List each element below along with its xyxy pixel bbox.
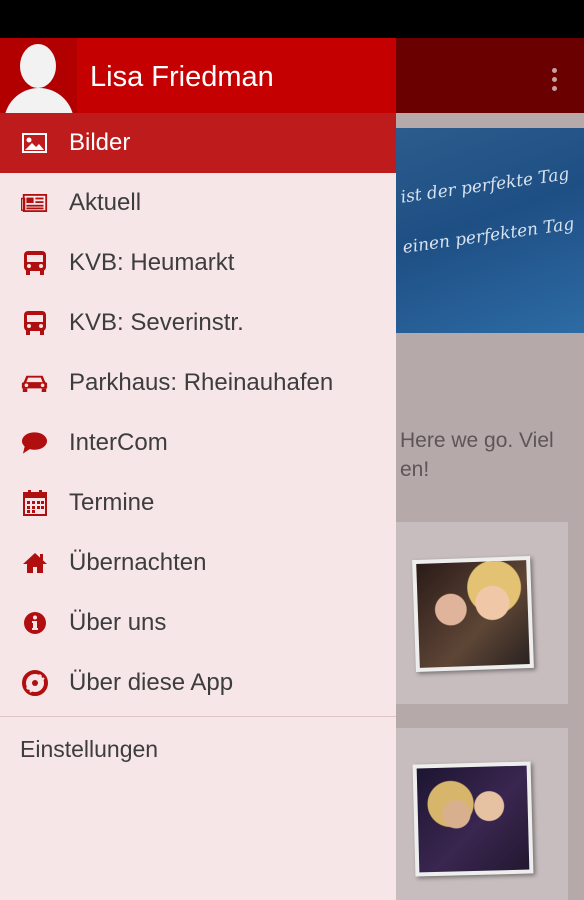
bus-icon xyxy=(21,250,48,275)
menu-item-ueber-diese-app[interactable]: Über diese App xyxy=(0,653,396,713)
menu-item-label: Bilder xyxy=(69,129,131,156)
calendar-icon xyxy=(21,489,48,516)
banner-text-line1: ist der perfekte Tag xyxy=(399,164,571,208)
overflow-menu-icon[interactable] xyxy=(552,68,558,95)
bus-icon xyxy=(21,310,48,335)
drawer-header[interactable]: Lisa Friedman xyxy=(0,38,396,113)
menu-item-intercom[interactable]: InterCom xyxy=(0,413,396,473)
newspaper-icon xyxy=(21,190,48,215)
header-banner-image: ist der perfekte Tag einen perfekten Tag xyxy=(396,128,584,333)
status-bar xyxy=(0,0,584,38)
navigation-drawer: Lisa Friedman Bilder Aktuell KVB: Heumar… xyxy=(0,38,396,900)
menu-item-termine[interactable]: Termine xyxy=(0,473,396,533)
menu-item-aktuell[interactable]: Aktuell xyxy=(0,173,396,233)
menu-item-uebernachten[interactable]: Übernachten xyxy=(0,533,396,593)
menu-item-label: Parkhaus: Rheinauhafen xyxy=(69,369,334,396)
drawer-menu: Bilder Aktuell KVB: Heumarkt KVB: Severi… xyxy=(0,113,396,783)
menu-item-label: Übernachten xyxy=(69,549,207,576)
settings-label: Einstellungen xyxy=(20,736,159,762)
avatar[interactable] xyxy=(0,38,77,113)
menu-item-einstellungen[interactable]: Einstellungen xyxy=(0,717,396,783)
menu-item-label: Aktuell xyxy=(69,189,142,216)
menu-item-kvb-heumarkt[interactable]: KVB: Heumarkt xyxy=(0,233,396,293)
app-logo-icon xyxy=(21,669,48,696)
home-icon xyxy=(21,550,48,575)
menu-item-bilder[interactable]: Bilder xyxy=(0,113,396,173)
chat-bubble-icon xyxy=(21,430,48,455)
menu-item-label: InterCom xyxy=(69,429,168,456)
car-icon xyxy=(21,370,48,395)
menu-item-ueber-uns[interactable]: Über uns xyxy=(0,593,396,653)
post-text-line2: en! xyxy=(400,458,430,481)
menu-item-label: Über diese App xyxy=(69,669,234,696)
photo-thumbnail[interactable] xyxy=(412,555,534,673)
menu-item-kvb-severinstr[interactable]: KVB: Severinstr. xyxy=(0,293,396,353)
user-name: Lisa Friedman xyxy=(90,61,274,93)
info-icon xyxy=(21,610,48,635)
menu-item-label: KVB: Severinstr. xyxy=(69,309,244,336)
menu-item-label: KVB: Heumarkt xyxy=(69,249,235,276)
menu-item-label: Termine xyxy=(69,489,155,516)
post-text-line1: Here we go. Viel xyxy=(400,429,554,452)
image-icon xyxy=(21,130,48,155)
menu-item-label: Über uns xyxy=(69,609,167,636)
photo-thumbnail[interactable] xyxy=(412,761,534,877)
post-text: Here we go. Viel en! xyxy=(400,426,554,484)
menu-item-parkhaus-rheinauhafen[interactable]: Parkhaus: Rheinauhafen xyxy=(0,353,396,413)
banner-text-line2: einen perfekten Tag xyxy=(401,214,576,258)
